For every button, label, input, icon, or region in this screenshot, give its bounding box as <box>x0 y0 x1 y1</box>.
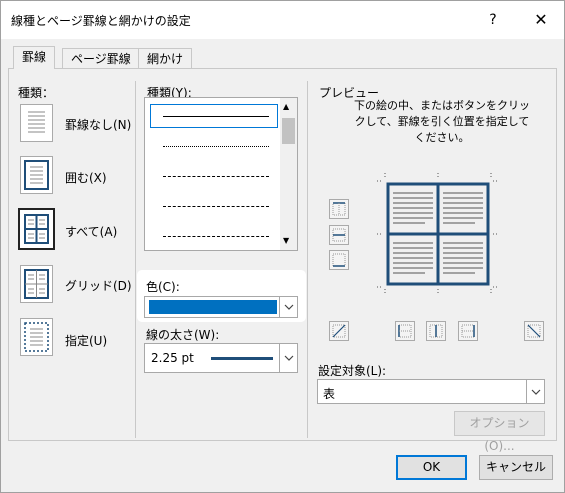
ok-button[interactable]: OK <box>396 455 467 480</box>
right-border-button[interactable] <box>458 321 478 341</box>
grid-border-icon[interactable] <box>20 265 53 303</box>
line-style-dashed-small[interactable] <box>163 176 269 177</box>
no-border-icon[interactable] <box>20 104 53 142</box>
top-border-button[interactable] <box>329 199 349 219</box>
all-borders-icon[interactable] <box>18 208 55 250</box>
apply-to-dropdown[interactable]: 表 <box>317 379 545 404</box>
line-style-dotted[interactable] <box>163 146 269 147</box>
preset-all-label[interactable]: すべて(A) <box>65 223 117 240</box>
preview-instruction: 下の絵の中、またはボタンをクリックして、罫線を引く位置を指定してください。 <box>354 99 530 144</box>
tab-borders[interactable]: 罫線 <box>13 46 56 69</box>
line-style-dashed[interactable] <box>163 206 269 207</box>
inside-vertical-border-button[interactable] <box>426 321 446 341</box>
inside-horizontal-border-button[interactable] <box>329 225 349 245</box>
width-dropdown[interactable]: 2.25 pt <box>144 343 298 373</box>
scroll-up-icon[interactable]: ▲ <box>283 102 289 111</box>
cancel-button[interactable]: キャンセル <box>479 455 553 480</box>
width-value: 2.25 pt <box>151 351 194 365</box>
tab-shading[interactable]: 網かけ <box>138 48 193 69</box>
line-style-solid[interactable] <box>163 116 269 117</box>
close-button[interactable]: ✕ <box>526 7 556 33</box>
preset-none-label[interactable]: 罫線なし(N) <box>65 116 131 133</box>
borders-and-shading-dialog: 線種とページ罫線と網かけの設定 ? ✕ 罫線 ページ罫線 網かけ 種類： 罫線な… <box>0 0 565 493</box>
options-button[interactable]: オプション(O)... <box>454 411 545 453</box>
diagonal-up-border-button[interactable] <box>524 321 544 341</box>
preset-grid-label[interactable]: グリッド(D) <box>65 277 132 294</box>
scroll-thumb[interactable] <box>282 118 295 144</box>
line-style-dash-dot[interactable] <box>163 236 269 237</box>
chevron-down-icon[interactable] <box>526 380 544 403</box>
line-style-scrollbar[interactable]: ▲ ▼ <box>280 98 297 250</box>
help-button[interactable]: ? <box>480 7 506 33</box>
width-label: 線の太さ(W): <box>146 328 220 342</box>
window-title: 線種とページ罫線と網かけの設定 <box>11 14 191 28</box>
diagonal-down-border-button[interactable] <box>329 321 349 341</box>
settings-label: 種類： <box>18 86 55 100</box>
title-bar: 線種とページ罫線と網かけの設定 ? ✕ <box>1 1 564 39</box>
preset-custom-label[interactable]: 指定(U) <box>65 332 107 349</box>
apply-to-label: 設定対象(L): <box>318 364 387 378</box>
bottom-border-button[interactable] <box>329 250 349 270</box>
border-preview[interactable] <box>385 181 491 287</box>
tab-page-border[interactable]: ページ罫線 <box>62 48 140 69</box>
color-dropdown[interactable] <box>144 296 298 318</box>
apply-to-value: 表 <box>323 387 336 401</box>
chevron-down-icon[interactable] <box>279 344 297 372</box>
chevron-down-icon[interactable] <box>279 297 297 317</box>
width-sample-line <box>211 357 273 360</box>
box-border-icon[interactable] <box>20 156 53 194</box>
left-border-button[interactable] <box>395 321 415 341</box>
divider <box>307 81 308 438</box>
scroll-down-icon[interactable]: ▼ <box>283 236 289 245</box>
color-label: 色(C): <box>146 280 180 294</box>
preset-box-label[interactable]: 囲む(X) <box>65 169 107 186</box>
divider <box>135 81 136 438</box>
color-swatch <box>149 300 277 314</box>
line-style-list[interactable]: ▲ ▼ <box>144 97 298 251</box>
custom-border-icon[interactable] <box>20 318 53 356</box>
